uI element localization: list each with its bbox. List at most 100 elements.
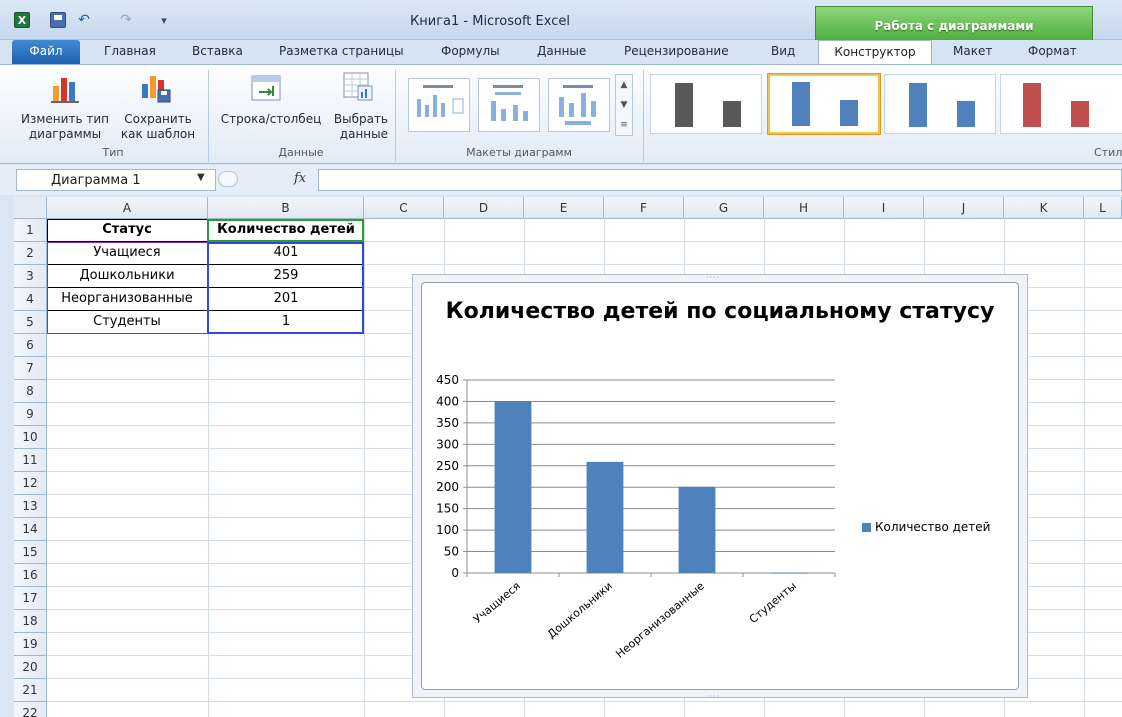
chart-style-4[interactable] <box>1000 74 1122 134</box>
select-all-corner[interactable] <box>14 197 47 219</box>
header-cell-status[interactable]: Статус <box>47 219 207 242</box>
tab-layout[interactable]: Макет <box>953 44 992 64</box>
row-header-12[interactable]: 12 <box>14 472 47 495</box>
layout-preview-icon <box>417 85 464 117</box>
tab-design[interactable]: Конструктор <box>818 40 932 65</box>
row-header-11[interactable]: 11 <box>14 449 47 472</box>
row-header-8[interactable]: 8 <box>14 380 47 403</box>
bar <box>770 572 808 574</box>
style-preview-icon <box>792 82 858 126</box>
y-tick-label: 300 <box>436 437 459 451</box>
layouts-scroll[interactable]: ▲ ▼ ≡ <box>615 74 633 136</box>
tab-file[interactable]: Файл <box>12 40 80 64</box>
cell-count[interactable]: 1 <box>208 311 364 334</box>
bar <box>678 486 716 573</box>
column-header-a[interactable]: A <box>47 197 208 219</box>
cell-status[interactable]: Студенты <box>47 311 207 334</box>
row-header-13[interactable]: 13 <box>14 495 47 518</box>
resize-handle-top[interactable]: ···· <box>706 273 720 282</box>
y-tick-label: 100 <box>436 523 459 537</box>
tab-insert[interactable]: Вставка <box>192 44 243 64</box>
change-chart-type-icon <box>51 78 79 103</box>
tab-data[interactable]: Данные <box>537 44 586 64</box>
chart-style-1[interactable] <box>650 74 762 134</box>
chart-layout-2[interactable] <box>478 78 540 132</box>
y-tick-label: 200 <box>436 480 459 494</box>
chart-layout-3[interactable] <box>548 78 610 132</box>
excel-app-icon[interactable]: X <box>14 12 30 28</box>
row-header-17[interactable]: 17 <box>14 587 47 610</box>
row-header-1[interactable]: 1 <box>14 219 47 242</box>
x-tick-label: Учащиеся <box>471 579 523 626</box>
formula-bar-expander[interactable] <box>218 171 238 187</box>
column-header-g[interactable]: G <box>684 197 764 219</box>
save-as-template-button[interactable]: Сохранить как шаблон <box>118 112 198 142</box>
resize-handle-bottom[interactable]: ···· <box>706 692 720 701</box>
formula-input[interactable] <box>318 169 1122 191</box>
chart-legend[interactable]: Количество детей <box>862 520 990 534</box>
tab-page-layout[interactable]: Разметка страницы <box>279 44 404 64</box>
row-header-16[interactable]: 16 <box>14 564 47 587</box>
row-header-19[interactable]: 19 <box>14 633 47 656</box>
row-header-9[interactable]: 9 <box>14 403 47 426</box>
column-header-d[interactable]: D <box>444 197 524 219</box>
chart-style-3[interactable] <box>884 74 996 134</box>
column-header-c[interactable]: C <box>364 197 444 219</box>
switch-row-column-button[interactable]: Строка/столбец <box>215 112 327 127</box>
redo-icon[interactable]: ↷ <box>118 12 134 28</box>
plot-area[interactable]: 0 50 100 150 200 250 300 350 400 450 Учащиеся Дошко… <box>421 370 841 690</box>
row-header-10[interactable]: 10 <box>14 426 47 449</box>
column-header-j[interactable]: J <box>924 197 1004 219</box>
legend-label: Количество детей <box>875 520 991 534</box>
save-icon[interactable] <box>50 12 66 28</box>
tab-view[interactable]: Вид <box>771 44 795 64</box>
cell-count[interactable]: 201 <box>208 288 364 311</box>
row-header-22[interactable]: 22 <box>14 702 47 717</box>
save-as-template-icon <box>142 76 171 103</box>
group-label-layouts: Макеты диаграмм <box>466 146 572 159</box>
undo-icon[interactable]: ↶ <box>76 12 92 28</box>
cell-status[interactable]: Неорганизованные <box>47 288 207 311</box>
tab-formulas[interactable]: Формулы <box>441 44 500 64</box>
column-header-i[interactable]: I <box>844 197 924 219</box>
column-header-k[interactable]: K <box>1004 197 1084 219</box>
change-chart-type-button[interactable]: Изменить тип диаграммы <box>20 112 110 142</box>
row-header-18[interactable]: 18 <box>14 610 47 633</box>
tab-home[interactable]: Главная <box>104 44 156 64</box>
column-header-e[interactable]: E <box>524 197 604 219</box>
style-preview-icon <box>675 83 741 127</box>
row-header-21[interactable]: 21 <box>14 679 47 702</box>
row-header-3[interactable]: 3 <box>14 265 47 288</box>
row-header-20[interactable]: 20 <box>14 656 47 679</box>
row-header-4[interactable]: 4 <box>14 288 47 311</box>
row-header-7[interactable]: 7 <box>14 357 47 380</box>
customize-qat-icon[interactable]: ▾ <box>156 12 172 28</box>
column-header-h[interactable]: H <box>764 197 844 219</box>
name-box[interactable]: Диаграмма 1 <box>16 169 216 191</box>
cell-count[interactable]: 401 <box>208 242 364 265</box>
chart-style-2-selected[interactable] <box>768 74 880 134</box>
column-header-b[interactable]: B <box>208 197 364 219</box>
cell-status[interactable]: Дошкольники <box>47 265 207 288</box>
header-cell-count[interactable]: Количество детей <box>208 219 364 242</box>
gridline <box>1084 219 1085 717</box>
tab-review[interactable]: Рецензирование <box>624 44 729 64</box>
row-header-5[interactable]: 5 <box>14 311 47 334</box>
select-data-button[interactable]: Выбрать данные <box>328 112 388 142</box>
column-header-l[interactable]: L <box>1084 197 1122 219</box>
row-header-2[interactable]: 2 <box>14 242 47 265</box>
chart-layout-1[interactable] <box>408 78 470 132</box>
row-header-6[interactable]: 6 <box>14 334 47 357</box>
y-tick-label: 50 <box>444 545 459 559</box>
y-tick-label: 350 <box>436 416 459 430</box>
y-tick-label: 450 <box>436 373 459 387</box>
column-header-f[interactable]: F <box>604 197 684 219</box>
cell-status[interactable]: Учащиеся <box>47 242 207 265</box>
tab-format[interactable]: Формат <box>1028 44 1077 64</box>
chart-title[interactable]: Количество детей по социальному статусу <box>421 296 1019 328</box>
row-header-14[interactable]: 14 <box>14 518 47 541</box>
insert-function-icon[interactable]: fx <box>294 171 306 186</box>
row-header-15[interactable]: 15 <box>14 541 47 564</box>
name-box-dropdown-icon[interactable]: ▼ <box>197 172 205 183</box>
cell-count[interactable]: 259 <box>208 265 364 288</box>
